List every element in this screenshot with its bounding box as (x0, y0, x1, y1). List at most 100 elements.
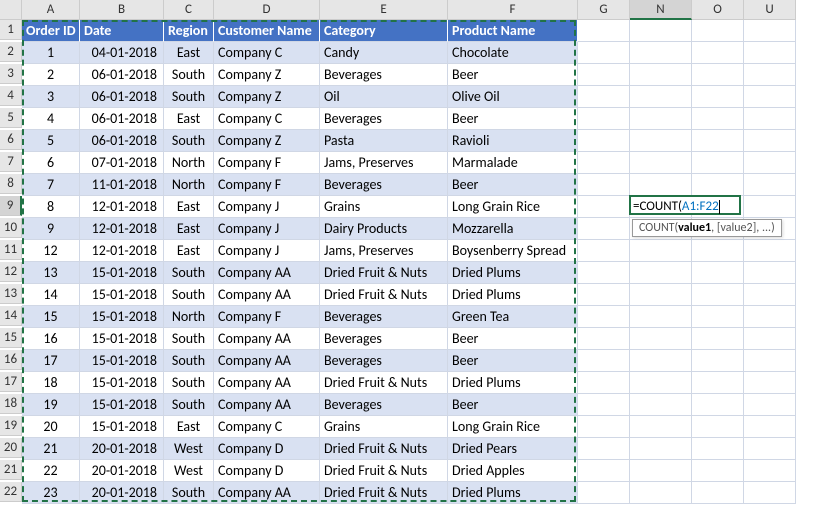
empty-cell[interactable] (692, 306, 744, 328)
data-cell[interactable]: North (164, 306, 214, 328)
row-header-15[interactable]: 15 (0, 328, 22, 348)
data-cell[interactable]: Jams, Preserves (320, 152, 448, 174)
empty-cell[interactable] (744, 460, 796, 482)
data-cell[interactable]: Company C (214, 42, 320, 64)
table-header-cell[interactable]: Region (164, 20, 214, 42)
data-cell[interactable]: Marmalade (448, 152, 578, 174)
spreadsheet-grid[interactable]: ABCDEFGNOU1Order IDDateRegionCustomer Na… (0, 0, 821, 504)
data-cell[interactable]: Company J (214, 196, 320, 218)
data-cell[interactable]: Boysenberry Spread (448, 240, 578, 262)
data-cell[interactable]: South (164, 482, 214, 504)
data-cell[interactable]: 12 (22, 240, 80, 262)
col-header-B[interactable]: B (80, 0, 164, 20)
data-cell[interactable]: East (164, 196, 214, 218)
data-cell[interactable]: 1 (22, 42, 80, 64)
empty-cell[interactable] (744, 306, 796, 328)
data-cell[interactable]: East (164, 416, 214, 438)
data-cell[interactable]: 7 (22, 174, 80, 196)
empty-cell[interactable] (578, 86, 630, 108)
data-cell[interactable]: South (164, 130, 214, 152)
data-cell[interactable]: Company F (214, 152, 320, 174)
data-cell[interactable]: 4 (22, 108, 80, 130)
data-cell[interactable]: South (164, 328, 214, 350)
data-cell[interactable]: 15-01-2018 (80, 262, 164, 284)
data-cell[interactable]: Grains (320, 416, 448, 438)
data-cell[interactable]: Pasta (320, 130, 448, 152)
data-cell[interactable]: Ravioli (448, 130, 578, 152)
col-header-F[interactable]: F (448, 0, 578, 20)
empty-cell[interactable] (692, 284, 744, 306)
data-cell[interactable]: Jams, Preserves (320, 240, 448, 262)
data-cell[interactable]: West (164, 460, 214, 482)
data-cell[interactable]: Company J (214, 218, 320, 240)
row-header-9[interactable]: 9 (0, 196, 22, 216)
empty-cell[interactable] (578, 394, 630, 416)
data-cell[interactable]: East (164, 240, 214, 262)
data-cell[interactable]: Dried Plums (448, 284, 578, 306)
data-cell[interactable]: South (164, 350, 214, 372)
empty-cell[interactable] (744, 130, 796, 152)
empty-cell[interactable] (630, 262, 692, 284)
data-cell[interactable]: Company AA (214, 372, 320, 394)
row-header-8[interactable]: 8 (0, 174, 22, 194)
data-cell[interactable]: Company D (214, 460, 320, 482)
data-cell[interactable]: 04-01-2018 (80, 42, 164, 64)
data-cell[interactable]: 06-01-2018 (80, 86, 164, 108)
data-cell[interactable]: Oil (320, 86, 448, 108)
data-cell[interactable]: Beverages (320, 108, 448, 130)
empty-cell[interactable] (692, 108, 744, 130)
row-header-1[interactable]: 1 (0, 20, 22, 40)
data-cell[interactable]: Dairy Products (320, 218, 448, 240)
col-header-N[interactable]: N (630, 0, 692, 20)
data-cell[interactable]: Company J (214, 240, 320, 262)
data-cell[interactable]: 2 (22, 64, 80, 86)
data-cell[interactable]: 22 (22, 460, 80, 482)
table-header-cell[interactable]: Date (80, 20, 164, 42)
data-cell[interactable]: 20-01-2018 (80, 460, 164, 482)
data-cell[interactable]: Beer (448, 108, 578, 130)
data-cell[interactable]: 5 (22, 130, 80, 152)
empty-cell[interactable] (630, 438, 692, 460)
empty-cell[interactable] (578, 20, 630, 42)
empty-cell[interactable] (578, 460, 630, 482)
empty-cell[interactable] (692, 240, 744, 262)
data-cell[interactable]: Company AA (214, 328, 320, 350)
empty-cell[interactable] (692, 64, 744, 86)
data-cell[interactable]: Chocolate (448, 42, 578, 64)
data-cell[interactable]: 17 (22, 350, 80, 372)
empty-cell[interactable] (744, 394, 796, 416)
data-cell[interactable]: Beverages (320, 328, 448, 350)
data-cell[interactable]: Grains (320, 196, 448, 218)
data-cell[interactable]: Beer (448, 64, 578, 86)
data-cell[interactable]: South (164, 394, 214, 416)
col-header-C[interactable]: C (164, 0, 214, 20)
data-cell[interactable]: North (164, 152, 214, 174)
data-cell[interactable]: Dried Fruit & Nuts (320, 460, 448, 482)
data-cell[interactable]: 15-01-2018 (80, 284, 164, 306)
data-cell[interactable]: 15-01-2018 (80, 306, 164, 328)
data-cell[interactable]: Olive Oil (448, 86, 578, 108)
empty-cell[interactable] (578, 482, 630, 504)
col-header-G[interactable]: G (578, 0, 630, 20)
data-cell[interactable]: Company D (214, 438, 320, 460)
data-cell[interactable]: 15-01-2018 (80, 372, 164, 394)
empty-cell[interactable] (578, 306, 630, 328)
data-cell[interactable]: 06-01-2018 (80, 108, 164, 130)
data-cell[interactable]: Beverages (320, 306, 448, 328)
empty-cell[interactable] (692, 416, 744, 438)
empty-cell[interactable] (744, 196, 796, 218)
empty-cell[interactable] (630, 64, 692, 86)
empty-cell[interactable] (692, 42, 744, 64)
data-cell[interactable]: South (164, 372, 214, 394)
data-cell[interactable]: Beer (448, 174, 578, 196)
data-cell[interactable]: 16 (22, 328, 80, 350)
row-header-2[interactable]: 2 (0, 42, 22, 62)
empty-cell[interactable] (630, 86, 692, 108)
empty-cell[interactable] (630, 108, 692, 130)
row-header-11[interactable]: 11 (0, 240, 22, 260)
empty-cell[interactable] (744, 42, 796, 64)
empty-cell[interactable] (744, 152, 796, 174)
data-cell[interactable]: 07-01-2018 (80, 152, 164, 174)
data-cell[interactable]: Dried Fruit & Nuts (320, 372, 448, 394)
data-cell[interactable]: Long Grain Rice (448, 416, 578, 438)
